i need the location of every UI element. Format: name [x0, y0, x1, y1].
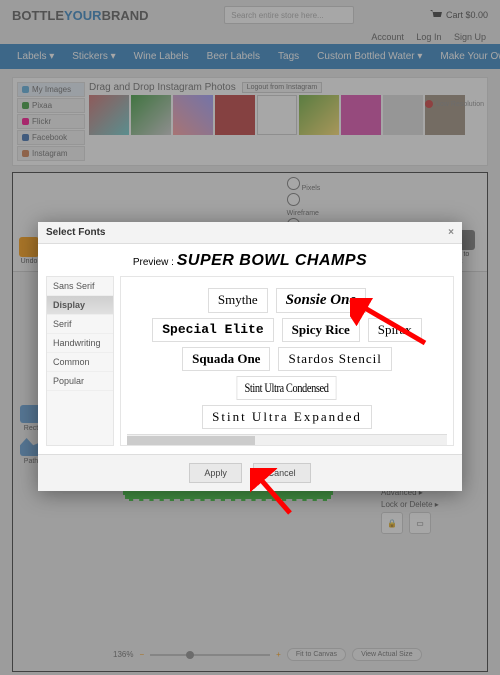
tab-instagram[interactable]: Instagram — [17, 146, 85, 161]
logout-instagram-button[interactable]: Logout from Instagram — [242, 82, 322, 93]
account-link[interactable]: Account — [371, 32, 404, 42]
source-icon — [22, 102, 29, 109]
cat-popular[interactable]: Popular — [47, 372, 113, 391]
zoom-in-button[interactable]: + — [276, 650, 281, 659]
delete-element-button[interactable]: ▭ — [409, 512, 431, 534]
trash-icon: ▭ — [416, 519, 424, 528]
nav-wine[interactable]: Wine Labels — [125, 44, 198, 69]
tab-pixaa[interactable]: Pixaa — [17, 98, 85, 113]
folder-icon — [22, 86, 29, 93]
nav-beer[interactable]: Beer Labels — [198, 44, 269, 69]
nav-stickers[interactable]: Stickers ▾ — [63, 44, 124, 69]
radio-label: Wireframe — [287, 210, 319, 217]
low-resolution-badge: Low Resolution — [425, 100, 484, 108]
font-smythe[interactable]: Smythe — [208, 288, 268, 313]
shape-label: Path — [24, 458, 38, 465]
font-spicy-rice[interactable]: Spicy Rice — [282, 318, 360, 342]
instagram-title: Drag and Drop Instagram Photos — [89, 82, 236, 93]
fit-to-canvas-button[interactable]: Fit to Canvas — [287, 648, 346, 661]
zoom-out-button[interactable]: − — [139, 650, 144, 659]
lock-icon: 🔒 — [387, 519, 397, 528]
close-button[interactable]: × — [448, 227, 454, 238]
main-nav: Labels ▾ Stickers ▾ Wine Labels Beer Lab… — [0, 44, 500, 69]
tab-label: Pixaa — [32, 101, 52, 110]
cat-handwriting[interactable]: Handwriting — [47, 334, 113, 353]
radio-label: Pixels — [302, 185, 321, 192]
cat-serif[interactable]: Serif — [47, 315, 113, 334]
tab-label: My Images — [32, 85, 71, 94]
lock-delete-toggle[interactable]: Lock or Delete ▸ — [381, 500, 481, 509]
font-squada-one[interactable]: Squada One — [182, 347, 270, 371]
logo-part1: BOTTLE — [12, 8, 64, 23]
photo-thumb[interactable] — [341, 95, 381, 135]
scrollbar-thumb[interactable] — [127, 436, 255, 445]
lock-button[interactable]: 🔒 — [381, 512, 403, 534]
tab-facebook[interactable]: Facebook — [17, 130, 85, 145]
nav-labels[interactable]: Labels ▾ — [8, 44, 63, 69]
signup-link[interactable]: Sign Up — [454, 32, 486, 42]
tab-flickr[interactable]: Flickr — [17, 114, 85, 129]
photo-strip[interactable] — [89, 95, 483, 135]
photo-thumb[interactable] — [215, 95, 255, 135]
radio-pixels[interactable] — [287, 177, 300, 190]
tab-label: Instagram — [32, 149, 68, 158]
instagram-panel: My Images Pixaa Flickr Facebook Instagra… — [12, 77, 488, 166]
horizontal-scrollbar[interactable] — [127, 434, 447, 446]
warning-icon — [425, 100, 433, 108]
cart-icon — [430, 10, 442, 20]
nav-tags[interactable]: Tags — [269, 44, 308, 69]
tab-label: Facebook — [32, 133, 67, 142]
nav-water[interactable]: Custom Bottled Water ▾ — [308, 44, 431, 69]
font-category-list: Sans Serif Display Serif Handwriting Com… — [46, 276, 114, 446]
low-res-label: Low Resolution — [436, 101, 484, 108]
logo-part2: YOUR — [64, 8, 102, 23]
nav-make[interactable]: Make Your Own ▾ — [431, 44, 500, 69]
cart-link[interactable]: Cart $0.00 — [430, 10, 488, 20]
tab-label: Flickr — [32, 117, 51, 126]
zoom-slider[interactable] — [150, 654, 270, 656]
cart-label: Cart $0.00 — [446, 10, 488, 20]
font-stardos-stencil[interactable]: Stardos Stencil — [278, 347, 391, 371]
font-stint-ultra-expanded[interactable]: Stint Ultra Expanded — [202, 405, 372, 429]
zoom-handle[interactable] — [186, 651, 194, 659]
search-input[interactable]: Search entire store here... — [224, 6, 354, 24]
annotation-arrow-sonsie — [350, 298, 430, 348]
radio-wireframe[interactable] — [287, 193, 300, 206]
photo-thumb[interactable] — [257, 95, 297, 135]
annotation-arrow-apply — [250, 468, 300, 518]
view-actual-size-button[interactable]: View Actual Size — [352, 648, 422, 661]
font-stint-ultra-condensed[interactable]: Stint Ultra Condensed — [237, 376, 337, 400]
cat-common[interactable]: Common — [47, 353, 113, 372]
cat-display[interactable]: Display — [47, 296, 113, 315]
shape-label: Rect — [24, 425, 38, 432]
zoom-percent: 136% — [113, 650, 133, 659]
photo-thumb[interactable] — [383, 95, 423, 135]
login-link[interactable]: Log In — [416, 32, 441, 42]
tab-my-images[interactable]: My Images — [17, 82, 85, 97]
photo-thumb[interactable] — [173, 95, 213, 135]
select-fonts-modal: Select Fonts × Preview : SUPER BOWL CHAM… — [38, 222, 462, 491]
site-logo[interactable]: BOTTLEYOURBRAND — [12, 8, 149, 23]
source-icon — [22, 118, 29, 125]
cat-sans-serif[interactable]: Sans Serif — [47, 277, 113, 296]
logo-part3: BRAND — [102, 8, 149, 23]
modal-title: Select Fonts — [46, 227, 105, 238]
preview-label: Preview : — [133, 257, 174, 268]
photo-thumb[interactable] — [131, 95, 171, 135]
search-placeholder: Search entire store here... — [231, 11, 324, 20]
preview-text: SUPER BOWL CHAMPS — [177, 252, 367, 269]
photo-thumb[interactable] — [299, 95, 339, 135]
source-icon — [22, 134, 29, 141]
photo-thumb[interactable] — [89, 95, 129, 135]
apply-button[interactable]: Apply — [189, 463, 242, 483]
font-special-elite[interactable]: Special Elite — [152, 318, 273, 342]
source-icon — [22, 150, 29, 157]
